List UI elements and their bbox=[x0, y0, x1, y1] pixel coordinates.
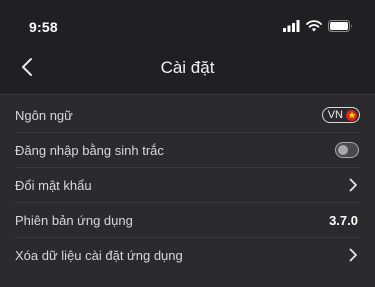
language-label: Ngôn ngữ bbox=[15, 107, 73, 123]
page-title: Cài đặt bbox=[160, 58, 215, 77]
clear-data-row[interactable]: Xóa dữ liệu cài đặt ứng dụng bbox=[15, 238, 360, 272]
signal-icon bbox=[283, 20, 300, 32]
app-version-row: Phiên bản ứng dụng 3.7.0 bbox=[15, 203, 360, 238]
app-version-value: 3.7.0 bbox=[329, 212, 358, 228]
wifi-icon bbox=[306, 20, 322, 32]
change-password-label: Đổi mật khẩu bbox=[15, 177, 92, 193]
chevron-right-icon bbox=[349, 248, 357, 262]
app-version-label: Phiên bản ứng dụng bbox=[15, 212, 133, 228]
biometric-login-row[interactable]: Đăng nhập bằng sinh trắc bbox=[15, 133, 360, 168]
change-password-row[interactable]: Đổi mật khẩu bbox=[15, 168, 360, 203]
language-value: VN bbox=[327, 109, 343, 121]
settings-list: Ngôn ngữ VN Đăng nhập bằng sinh trắc Đổi… bbox=[0, 98, 375, 272]
status-time: 9:58 bbox=[29, 19, 58, 35]
language-row[interactable]: Ngôn ngữ VN bbox=[15, 98, 360, 133]
status-icons bbox=[283, 19, 353, 33]
battery-icon bbox=[328, 20, 352, 32]
toggle-knob bbox=[338, 145, 348, 155]
chevron-right-icon bbox=[349, 178, 357, 192]
clear-data-label: Xóa dữ liệu cài đặt ứng dụng bbox=[15, 247, 183, 263]
app-header: 9:58 Cài đặt bbox=[0, 0, 375, 95]
language-selector[interactable]: VN bbox=[321, 107, 360, 123]
vietnam-flag-icon bbox=[346, 109, 357, 121]
biometric-login-label: Đăng nhập bằng sinh trắc bbox=[15, 142, 164, 158]
biometric-toggle[interactable] bbox=[335, 142, 359, 158]
